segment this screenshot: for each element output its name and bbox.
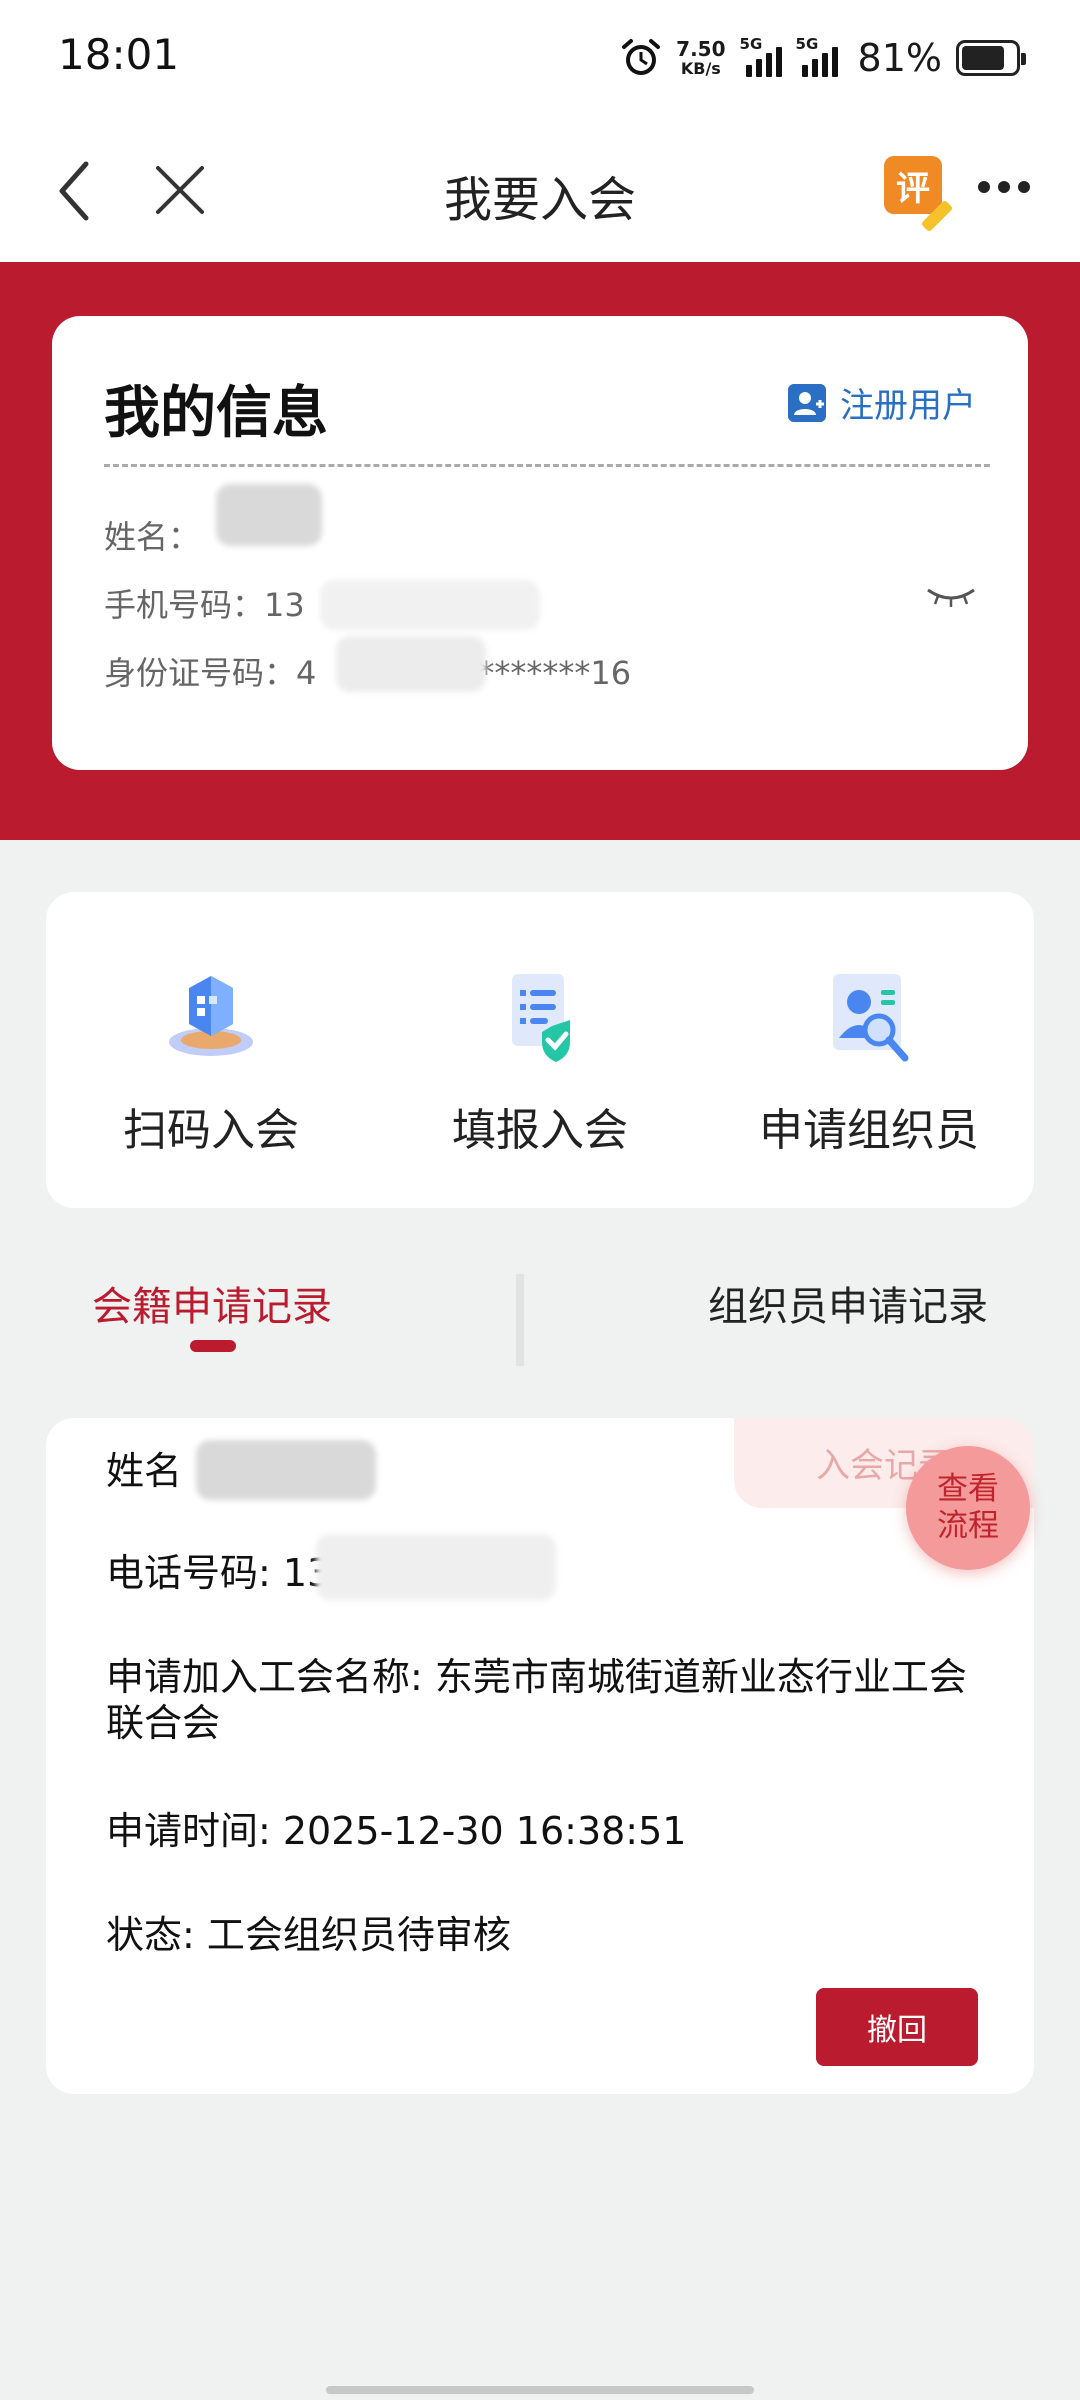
home-indicator[interactable] xyxy=(326,2386,754,2394)
form-join-label: 填报入会 xyxy=(452,1105,628,1156)
redacted-record-phone xyxy=(316,1534,556,1600)
my-info-card: 我的信息 注册用户 姓名： 手机号码：13 身份证号码：4 *********16 xyxy=(52,316,1028,770)
my-info-title: 我的信息 xyxy=(104,381,328,446)
tab-separator xyxy=(516,1274,524,1366)
active-tab-indicator xyxy=(190,1340,236,1352)
alarm-icon xyxy=(622,39,661,75)
redacted-phone xyxy=(320,580,540,630)
application-record-card: 入会记录 姓名 电话号码: 13 申请加入工会名称: 东莞市南城街道新业态行业工… xyxy=(46,1418,1034,2094)
join-actions-card: 扫码入会 填报入会 申请组织员 xyxy=(46,892,1034,1208)
signal-1-icon: 5G xyxy=(740,35,782,77)
scan-join-icon xyxy=(169,976,253,1056)
more-icon[interactable] xyxy=(978,172,1034,202)
record-tabs: 会籍申请记录 组织员申请记录 xyxy=(0,1240,1080,1380)
id-value: 4 xyxy=(296,654,317,692)
record-status-row: 状态: 工会组织员待审核 xyxy=(106,1913,511,1957)
status-icons: 7.50 KB/s 5G 5G 81% xyxy=(620,34,1026,82)
nav-bar: 我要入会 评 xyxy=(0,120,1080,262)
signal-2-icon: 5G xyxy=(796,35,838,77)
rate-icon[interactable]: 评 xyxy=(884,156,954,233)
speed-unit: KB/s xyxy=(680,59,721,78)
status-time: 18:01 xyxy=(58,30,180,79)
redacted-record-name xyxy=(196,1440,376,1500)
sim2-tag: 5G xyxy=(795,35,819,53)
organizer-apply-icon xyxy=(833,974,909,1062)
divider xyxy=(104,464,990,467)
withdraw-button[interactable]: 撤回 xyxy=(816,1988,978,2066)
record-name-row: 姓名 xyxy=(106,1449,183,1493)
tab-membership-records[interactable]: 会籍申请记录 xyxy=(92,1274,332,1332)
info-name-row: 姓名： xyxy=(104,512,200,558)
redacted-id xyxy=(336,636,486,692)
record-phone-row: 电话号码: 13 xyxy=(106,1551,332,1595)
hidden-eye-icon[interactable] xyxy=(926,584,976,608)
redacted-name xyxy=(216,484,322,546)
form-join-icon xyxy=(512,974,570,1062)
battery-icon xyxy=(956,40,1026,76)
form-join-button[interactable]: 填报入会 xyxy=(375,892,705,1208)
record-time-row: 申请时间: 2025-12-30 16:38:51 xyxy=(106,1809,687,1853)
view-flow-button[interactable]: 查看 流程 xyxy=(906,1446,1030,1570)
phone-label: 手机号码： xyxy=(104,586,265,624)
sim1-tag: 5G xyxy=(739,35,763,53)
battery-percent: 81% xyxy=(857,36,942,80)
info-phone-row: 手机号码：13 xyxy=(104,580,305,626)
view-flow-label: 查看 流程 xyxy=(937,1470,999,1544)
status-bar: 18:01 7.50 KB/s 5G 5G 81% xyxy=(0,0,1080,120)
phone-value: 13 xyxy=(264,586,305,624)
organizer-apply-button[interactable]: 申请组织员 xyxy=(704,892,1034,1208)
register-user-link[interactable]: 注册用户 xyxy=(788,378,976,427)
tab-organizer-records[interactable]: 组织员申请记录 xyxy=(708,1274,988,1332)
add-user-icon xyxy=(788,383,826,422)
name-label: 姓名： xyxy=(104,518,201,556)
record-union-row: 申请加入工会名称: 东莞市南城街道新业态行业工会联合会 xyxy=(106,1655,967,1746)
register-user-label: 注册用户 xyxy=(840,386,976,426)
scan-join-label: 扫码入会 xyxy=(123,1105,299,1156)
speed-value: 7.50 xyxy=(676,37,726,61)
organizer-apply-label: 申请组织员 xyxy=(759,1105,979,1156)
scan-join-button[interactable]: 扫码入会 xyxy=(46,892,376,1208)
network-speed: 7.50 KB/s xyxy=(676,39,725,77)
id-label: 身份证号码： xyxy=(104,654,297,692)
rate-label: 评 xyxy=(896,168,930,209)
